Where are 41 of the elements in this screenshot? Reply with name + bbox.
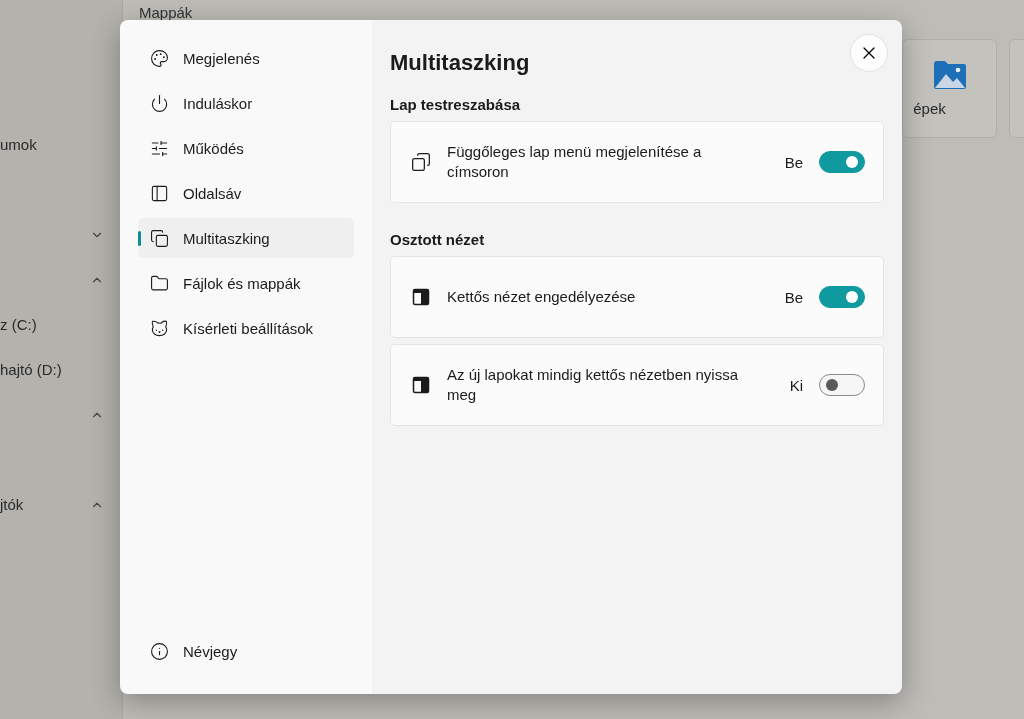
nav-item[interactable]: Kísérleti beállítások [138,308,354,348]
toggle-switch[interactable] [819,286,865,308]
nav-item[interactable]: Névjegy [138,631,354,671]
tabs-icon [411,152,431,172]
nav-item[interactable]: Fájlok és mappák [138,263,354,303]
nav-item[interactable]: Megjelenés [138,38,354,78]
nav-item[interactable]: Multitaszking [138,218,354,258]
power-icon [150,93,169,113]
toggle-state: Be [784,288,803,306]
sidebar-item[interactable]: hajtó (D:) [0,361,62,378]
split-view-icon [411,287,431,307]
cat-icon [150,318,169,338]
setting-label: Az új lapokat mindig kettős nézetben nyissa meg [447,365,739,405]
pictures-folder-icon [932,60,967,90]
folder-label: épek [913,100,946,117]
sidebar-icon [150,183,169,203]
setting-label: Kettős nézet engedélyezése [447,287,637,307]
selection-indicator [138,231,141,246]
toggle-state: Ki [789,376,803,394]
palette-icon [150,48,169,68]
folder-icon [150,273,169,293]
nav-item[interactable]: Induláskor [138,83,354,123]
nav-item[interactable]: Működés [138,128,354,168]
close-button[interactable] [850,34,888,72]
toggle-switch[interactable] [819,151,865,173]
nav-item[interactable]: Oldalsáv [138,173,354,213]
toggle-state: Be [784,153,803,171]
sidebar-item[interactable]: umok [0,136,37,153]
sidebar-item[interactable]: z (C:) [0,316,37,333]
toggle-switch[interactable] [819,374,865,396]
sliders-icon [150,138,169,158]
section-heading: Lap testreszabása [390,96,521,113]
setting-label: Függőleges lap menü megjelenítése a címsoron [447,142,703,182]
split-view-icon [411,375,431,395]
sidebar-item[interactable]: jtók [0,496,24,513]
info-icon [150,641,169,661]
folder-tile[interactable]: épek [902,39,997,138]
section-title: Mappák [139,4,193,21]
copy-icon [150,228,169,248]
page-title: Multitaszking [390,50,530,76]
section-heading: Osztott nézet [390,231,485,248]
